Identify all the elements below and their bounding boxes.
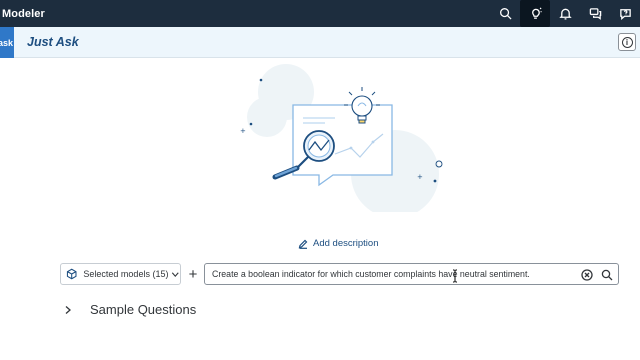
- help-icon: [619, 9, 631, 20]
- chat-icon: [589, 8, 601, 20]
- add-model-button[interactable]: +: [184, 263, 202, 285]
- cube-icon: [66, 268, 77, 280]
- info-icon: i: [621, 36, 633, 48]
- text-cursor-icon: [453, 269, 457, 283]
- feedback-button[interactable]: [580, 0, 610, 27]
- search-icon: [499, 8, 512, 20]
- chevron-right-icon: [65, 305, 71, 314]
- page-header: ask Just Ask i: [0, 27, 640, 58]
- magnifier-chart-lightbulb-illustration: + +: [240, 64, 443, 212]
- page-title: Just Ask: [27, 35, 79, 49]
- svg-text:+: +: [417, 173, 423, 181]
- side-tab-label: ask: [0, 37, 13, 48]
- lightbulb-icon: [531, 7, 542, 19]
- info-button[interactable]: i: [618, 33, 636, 51]
- model-selector-label: Selected models (15): [83, 269, 169, 279]
- pencil-icon: [298, 239, 308, 249]
- question-input[interactable]: Create a boolean indicator for which cus…: [204, 263, 619, 285]
- submit-search-button[interactable]: [601, 268, 613, 281]
- search-icon: [601, 269, 613, 281]
- notifications-button[interactable]: [550, 0, 580, 27]
- clear-icon: [581, 269, 593, 281]
- app-title: Modeler: [2, 7, 45, 20]
- search-button[interactable]: [490, 0, 520, 27]
- clear-button[interactable]: [581, 268, 593, 281]
- sample-questions-toggle[interactable]: Sample Questions: [64, 302, 196, 317]
- add-description-label: Add description: [313, 238, 379, 249]
- help-button[interactable]: [610, 0, 640, 27]
- just-ask-button[interactable]: [520, 0, 550, 27]
- shell-bar: Modeler: [0, 0, 640, 27]
- plus-icon: +: [188, 265, 198, 283]
- svg-text:+: +: [240, 127, 246, 135]
- question-input-value[interactable]: Create a boolean indicator for which cus…: [212, 269, 581, 279]
- shell-actions: [490, 0, 640, 27]
- model-selector[interactable]: Selected models (15): [60, 263, 181, 285]
- chevron-down-icon: [172, 271, 180, 277]
- add-description-link[interactable]: Add description: [298, 238, 378, 249]
- side-tab-ask[interactable]: ask: [0, 27, 14, 58]
- bell-icon: [558, 8, 572, 20]
- sample-questions-label: Sample Questions: [90, 302, 197, 317]
